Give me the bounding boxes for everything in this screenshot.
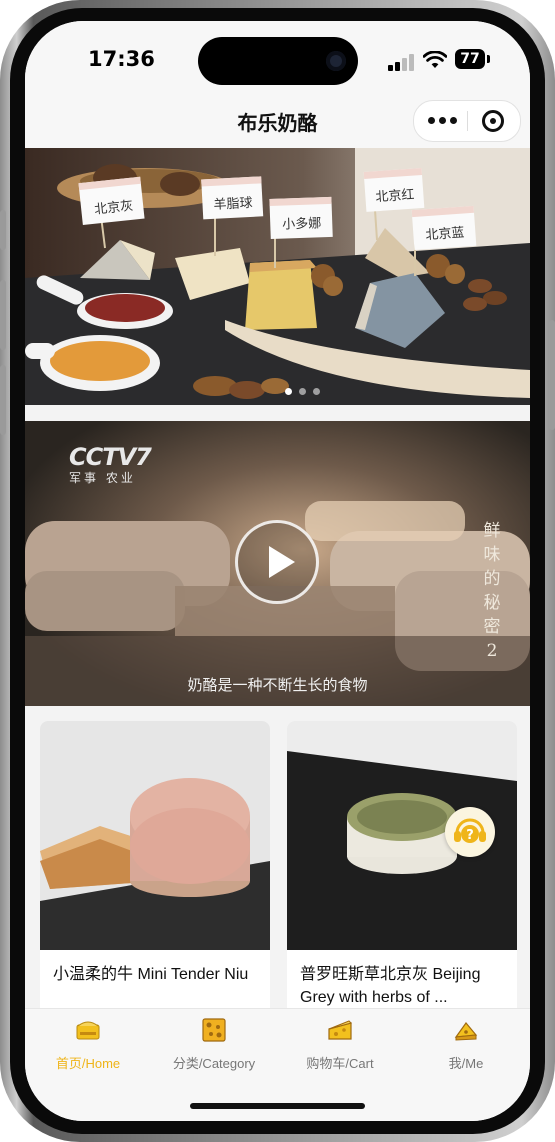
close-miniprogram-icon[interactable]	[482, 110, 504, 132]
battery-icon: 77	[455, 49, 485, 69]
tab-label: 我/Me	[448, 1056, 484, 1071]
cctv-logo: CCTV7 军事 农业	[69, 443, 152, 485]
video-side-title: 鲜 味 的 秘 密 2	[483, 521, 501, 661]
tab-cart[interactable]: 购物车/Cart	[277, 1017, 403, 1072]
status-time: 17:36	[88, 47, 155, 71]
flag-label: 小多娜	[282, 215, 322, 232]
carousel-dot-active[interactable]	[285, 388, 292, 395]
cheese-block-icon	[202, 1018, 226, 1042]
play-icon	[269, 546, 295, 578]
video-player[interactable]: CCTV7 军事 农业 鲜 味 的 秘 密 2 奶酪是一种不断生长的食物	[25, 421, 530, 706]
cheese-platter-image: 北京灰 羊脂球 小多娜 北京红 北京蓝	[25, 148, 530, 405]
home-indicator[interactable]	[190, 1103, 365, 1109]
carousel-indicator	[285, 388, 325, 396]
product-name: 小温柔的牛 Mini Tender Niu	[53, 966, 249, 983]
product-card[interactable]: 小温柔的牛 Mini Tender Niu	[40, 721, 270, 1008]
cheese-slice-icon	[454, 1022, 478, 1041]
camera-icon	[326, 51, 346, 71]
svg-text:?: ?	[466, 828, 474, 843]
carousel-dot[interactable]	[313, 388, 320, 395]
flag-label: 羊脂球	[213, 195, 253, 213]
mute-switch	[0, 210, 6, 250]
customer-service-button[interactable]: ?	[445, 807, 495, 857]
video-subtitle: 奶酪是一种不断生长的食物	[187, 676, 368, 694]
product-grid: 小温柔的牛 Mini Tender Niu 普罗旺斯草北京灰 Beijing G…	[25, 706, 530, 1008]
nav-bar: 布乐奶酪	[25, 97, 530, 148]
wifi-icon	[423, 51, 447, 68]
tab-label: 购物车/Cart	[306, 1056, 374, 1071]
tab-label: 首页/Home	[55, 1056, 121, 1071]
dynamic-island	[198, 37, 358, 85]
volume-up-button	[0, 280, 6, 350]
product-name: 普罗旺斯草北京灰 Beijing Grey with herbs of ...	[300, 966, 481, 1006]
screen: 17:36 77 布乐奶酪 北京灰 羊脂球 小多娜 北京红 北京蓝 CCTV7 …	[25, 21, 530, 1121]
volume-down-button	[0, 365, 6, 435]
home-cheese-shop-icon	[76, 1021, 100, 1040]
tab-me[interactable]: 我/Me	[403, 1017, 529, 1072]
carousel-dot[interactable]	[299, 388, 306, 395]
tab-category[interactable]: 分类/Category	[151, 1017, 277, 1072]
tab-home[interactable]: 首页/Home	[25, 1017, 151, 1072]
more-options-icon[interactable]	[428, 115, 458, 125]
cellular-signal-icon	[388, 53, 416, 71]
status-bar: 17:36 77	[25, 21, 530, 97]
cheese-wedge-icon	[328, 1020, 352, 1040]
miniprogram-capsule	[413, 100, 521, 142]
power-button	[549, 320, 555, 430]
banner-carousel[interactable]: 北京灰 羊脂球 小多娜 北京红 北京蓝	[25, 148, 530, 405]
play-button[interactable]	[235, 520, 319, 604]
capsule-divider	[467, 111, 468, 131]
flag-label: 北京蓝	[425, 226, 465, 244]
product-image	[40, 721, 270, 950]
headset-question-icon: ?	[454, 818, 486, 843]
flag-label: 北京红	[375, 187, 415, 206]
product-card[interactable]: 普罗旺斯草北京灰 Beijing Grey with herbs of ...	[287, 721, 517, 1008]
home-content: 北京灰 羊脂球 小多娜 北京红 北京蓝 CCTV7 军事 农业 鲜 味 的 秘 …	[25, 148, 530, 1008]
battery-tip	[487, 55, 490, 63]
tab-label: 分类/Category	[172, 1056, 256, 1071]
